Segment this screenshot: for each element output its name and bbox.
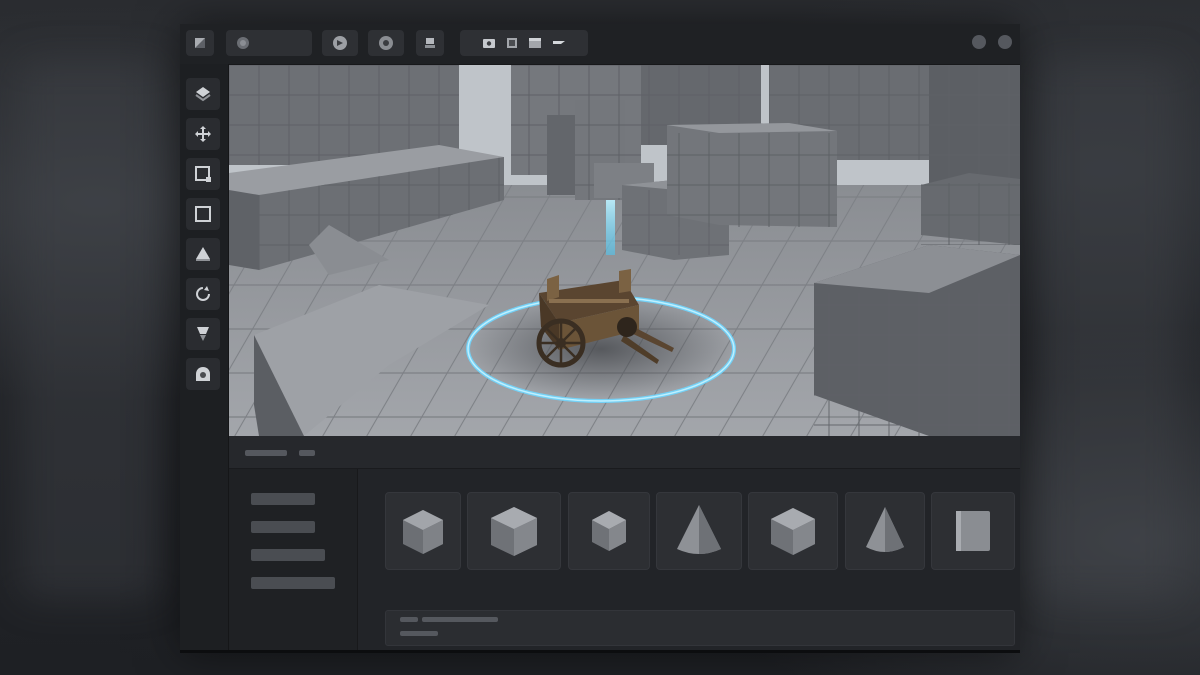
- cube-icon: [592, 511, 626, 551]
- category-item[interactable]: [251, 493, 315, 505]
- asset-tile-cone[interactable]: [656, 492, 742, 570]
- globe-icon: [237, 37, 249, 49]
- stamp-icon: [425, 38, 435, 48]
- terrain-tool-button[interactable]: [186, 238, 220, 270]
- sculpt-icon: [196, 367, 210, 381]
- category-list: [229, 469, 358, 650]
- rotate-icon: [196, 286, 210, 301]
- scale-tool-button[interactable]: [186, 158, 220, 190]
- tab-filter[interactable]: [299, 450, 315, 456]
- content-browser-header: [229, 436, 1020, 469]
- asset-tile-panel[interactable]: [931, 492, 1015, 570]
- asset-tile-cube[interactable]: [467, 492, 561, 570]
- details-text-line: [400, 617, 418, 622]
- sculpt-tool-button[interactable]: [186, 358, 220, 390]
- cone-icon: [866, 507, 904, 552]
- editor-window: [180, 24, 1020, 653]
- select-tool-button[interactable]: [186, 78, 220, 110]
- asset-tile-cube[interactable]: [385, 492, 461, 570]
- app-logo-icon: [195, 38, 205, 48]
- tool-sidebar: [180, 64, 229, 650]
- background-blur-right: [1040, 60, 1180, 600]
- category-item[interactable]: [251, 577, 335, 589]
- brush-icon: [197, 327, 209, 341]
- tab-assets[interactable]: [245, 450, 287, 456]
- paint-tool-button[interactable]: [186, 318, 220, 350]
- asset-details-bar: [385, 610, 1015, 646]
- scene-render: [229, 65, 1020, 436]
- asset-grid: [359, 480, 1017, 650]
- play-button[interactable]: [322, 30, 358, 56]
- move-tool-button[interactable]: [186, 118, 220, 150]
- content-browser: [229, 436, 1020, 650]
- view-mode-group: [460, 30, 588, 56]
- asset-tile-cube-small[interactable]: [568, 492, 650, 570]
- top-toolbar: [180, 24, 1020, 65]
- scale-box-icon: [195, 166, 211, 182]
- cube-icon: [771, 508, 815, 555]
- flag-icon[interactable]: [552, 37, 566, 49]
- cube-icon: [403, 510, 443, 554]
- category-item[interactable]: [251, 549, 325, 561]
- scene-viewport[interactable]: [229, 65, 1020, 436]
- asset-tile-cube[interactable]: [748, 492, 838, 570]
- grid-icon[interactable]: [506, 37, 518, 49]
- record-button[interactable]: [368, 30, 404, 56]
- spawn-beam: [606, 200, 615, 255]
- rotate-tool-button[interactable]: [186, 278, 220, 310]
- rect-tool-button[interactable]: [186, 198, 220, 230]
- save-button[interactable]: [416, 30, 444, 56]
- image-icon[interactable]: [528, 37, 542, 49]
- background-blur-left: [20, 60, 160, 600]
- details-text-line: [422, 617, 498, 622]
- app-menu-button[interactable]: [186, 30, 214, 56]
- panel-icon: [956, 511, 990, 551]
- square-icon: [195, 206, 211, 222]
- asset-tile-cone-small[interactable]: [845, 492, 925, 570]
- pyramid-icon: [196, 247, 210, 261]
- category-item[interactable]: [251, 521, 315, 533]
- move-arrows-icon: [195, 126, 211, 142]
- layers-icon: [195, 87, 211, 102]
- cube-icon: [491, 507, 537, 556]
- window-minimize-button[interactable]: [972, 35, 986, 49]
- window-close-button[interactable]: [998, 35, 1012, 49]
- camera-icon[interactable]: [482, 37, 496, 49]
- project-selector[interactable]: [226, 30, 312, 56]
- details-text-line: [400, 631, 438, 636]
- shield-play-icon: [333, 36, 347, 50]
- cone-icon: [677, 505, 721, 554]
- target-icon: [379, 36, 393, 50]
